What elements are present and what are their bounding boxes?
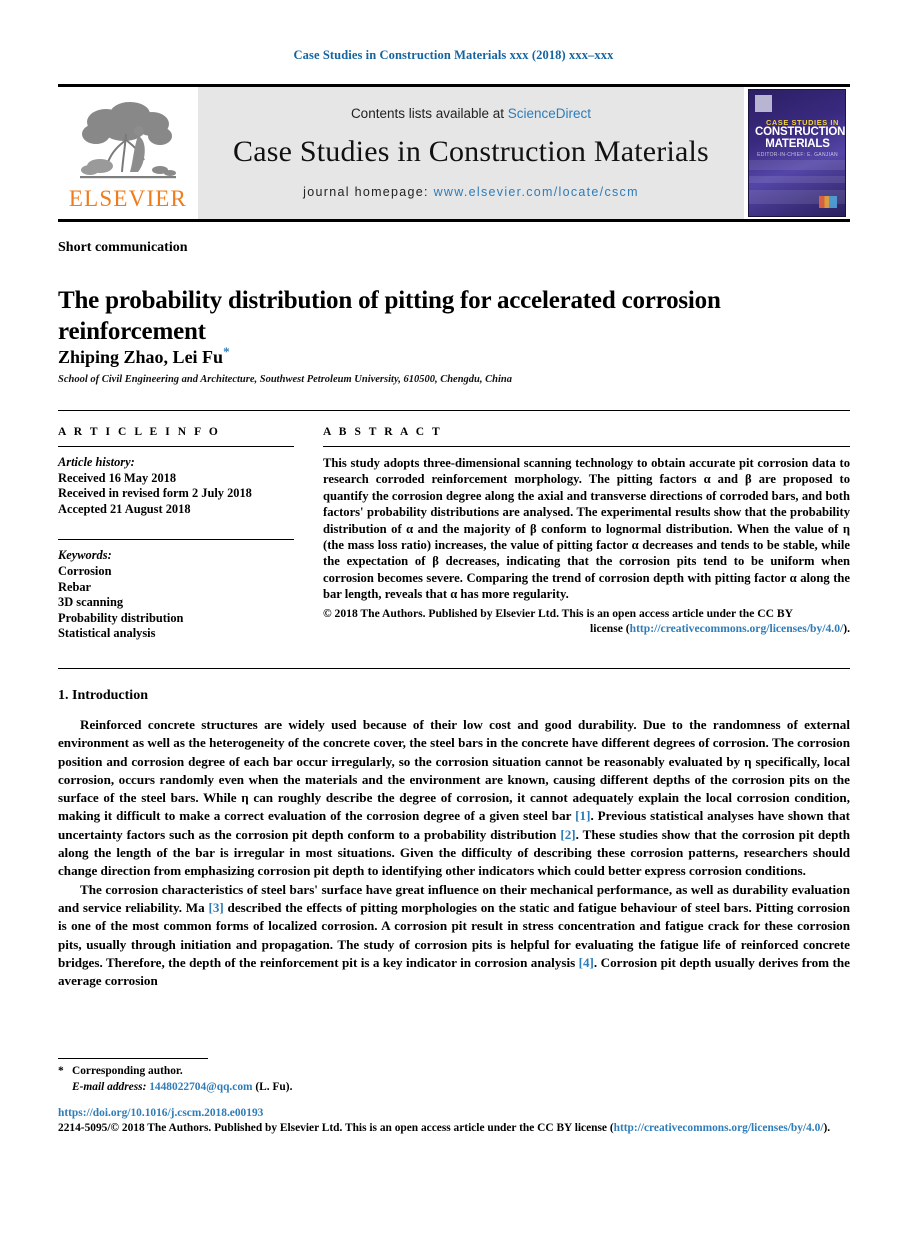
footnote-email-line: E-mail address: 1448022704@qq.com (L. Fu… (58, 1080, 558, 1096)
article-info-column: A R T I C L E I N F O Article history: R… (58, 426, 294, 642)
footnote-email-label: E-mail address: (72, 1080, 147, 1093)
info-top-rule (58, 410, 850, 411)
abstract-divider (323, 446, 850, 447)
issn-copyright-line: 2214-5095/© 2018 The Authors. Published … (58, 1121, 850, 1136)
homepage-label: journal homepage: (303, 184, 429, 199)
keywords-group: Keywords: Corrosion Rebar 3D scanning Pr… (58, 548, 294, 642)
info-bottom-rule (58, 668, 850, 669)
license-suffix: ). (843, 621, 850, 635)
cover-line-2: CONSTRUCTION MATERIALS (755, 126, 846, 150)
keyword-item: 3D scanning (58, 595, 124, 610)
keywords-heading: Keywords: (58, 548, 112, 563)
journal-masthead: ELSEVIER Contents lists available at Sci… (58, 84, 850, 222)
footnote-star-marker: * (58, 1065, 64, 1077)
abstract-text: This study adopts three-dimensional scan… (323, 456, 850, 602)
elsevier-tree-icon (80, 102, 176, 179)
body-content: Reinforced concrete structures are widel… (58, 716, 850, 990)
author-list: Zhiping Zhao, Lei Fu* (58, 344, 230, 368)
footer-block: https://doi.org/10.1016/j.cscm.2018.e001… (58, 1106, 850, 1136)
paragraph: Reinforced concrete structures are widel… (58, 716, 850, 881)
license-link[interactable]: http://creativecommons.org/licenses/by/4… (630, 622, 844, 635)
citation-ref-4[interactable]: [4] (579, 955, 594, 970)
article-info-divider (58, 446, 294, 447)
keyword-item: Probability distribution (58, 610, 184, 625)
cover-line-3: EDITOR-IN-CHIEF: E. GANJIAN (757, 152, 838, 158)
issn-text-a: 2214-5095/© 2018 The Authors. Published … (58, 1122, 614, 1135)
history-item: Received in revised form 2 July 2018 (58, 486, 252, 501)
copyright-line-1: © 2018 The Authors. Published by Elsevie… (323, 606, 793, 620)
keywords-divider (58, 539, 294, 541)
footnote-rule (58, 1058, 208, 1059)
paragraph: The corrosion characteristics of steel b… (58, 881, 850, 991)
homepage-url-link[interactable]: www.elsevier.com/locate/cscm (434, 185, 639, 199)
history-item: Accepted 21 August 2018 (58, 501, 191, 516)
copyright-line-2: license (http://creativecommons.org/lice… (323, 621, 850, 636)
history-item: Received 16 May 2018 (58, 470, 177, 485)
paper-page: Case Studies in Construction Materials x… (0, 0, 907, 1238)
corresponding-author-marker: * (223, 344, 230, 359)
cover-publisher-mark (755, 95, 772, 112)
article-info-label: A R T I C L E I N F O (58, 426, 221, 438)
cover-badge-icon (819, 196, 837, 208)
journal-cover-image: CASE STUDIES IN CONSTRUCTION MATERIALS E… (748, 89, 846, 217)
sciencedirect-link[interactable]: ScienceDirect (508, 106, 591, 121)
affiliation: School of Civil Engineering and Architec… (58, 374, 512, 385)
doi-link[interactable]: https://doi.org/10.1016/j.cscm.2018.e001… (58, 1106, 850, 1121)
citation-ref-1[interactable]: [1] (575, 808, 590, 823)
footnote-corresponding-line: * Corresponding author. (58, 1064, 558, 1080)
masthead-center: Contents lists available at ScienceDirec… (198, 87, 744, 219)
masthead-bottom-rule (58, 219, 850, 222)
issn-text-b: ). (823, 1122, 831, 1135)
keyword-item: Corrosion (58, 563, 112, 578)
abstract-label: A B S T R A C T (323, 426, 443, 438)
footnote-email-link[interactable]: 1448022704@qq.com (149, 1081, 252, 1093)
journal-cover-wrap: CASE STUDIES IN CONSTRUCTION MATERIALS E… (744, 87, 850, 219)
contents-available-line: Contents lists available at ScienceDirec… (351, 106, 591, 121)
journal-homepage-line: journal homepage: www.elsevier.com/locat… (303, 185, 639, 199)
running-head: Case Studies in Construction Materials x… (293, 48, 614, 62)
citation-ref-2[interactable]: [2] (560, 827, 575, 842)
elsevier-logo: ELSEVIER (58, 87, 198, 219)
page-title: The probability distribution of pitting … (58, 286, 721, 345)
footnote-block: * Corresponding author. E-mail address: 1… (58, 1064, 558, 1095)
abstract-column: A B S T R A C T This study adopts three-… (323, 426, 850, 636)
section-heading-introduction: 1. Introduction (58, 688, 148, 703)
contents-prefix: Contents lists available at (350, 105, 508, 121)
keyword-item: Rebar (58, 579, 92, 594)
footnote-email-owner: (L. Fu). (255, 1080, 293, 1093)
article-type: Short communication (58, 240, 188, 255)
elsevier-wordmark: ELSEVIER (68, 186, 188, 211)
author-names: Zhiping Zhao, Lei Fu (58, 347, 224, 367)
article-history-heading: Article history: (58, 455, 135, 469)
citation-ref-3[interactable]: [3] (209, 900, 224, 915)
abstract-copyright: © 2018 The Authors. Published by Elsevie… (323, 606, 850, 636)
license-prefix: license ( (590, 621, 630, 635)
footnote-corresponding-text: Corresponding author. (72, 1065, 183, 1077)
journal-title: Case Studies in Construction Materials (233, 134, 709, 168)
footer-license-link[interactable]: http://creativecommons.org/licenses/by/4… (614, 1122, 824, 1134)
article-history-group: Article history: Received 16 May 2018 Re… (58, 455, 294, 517)
keyword-item: Statistical analysis (58, 626, 156, 641)
